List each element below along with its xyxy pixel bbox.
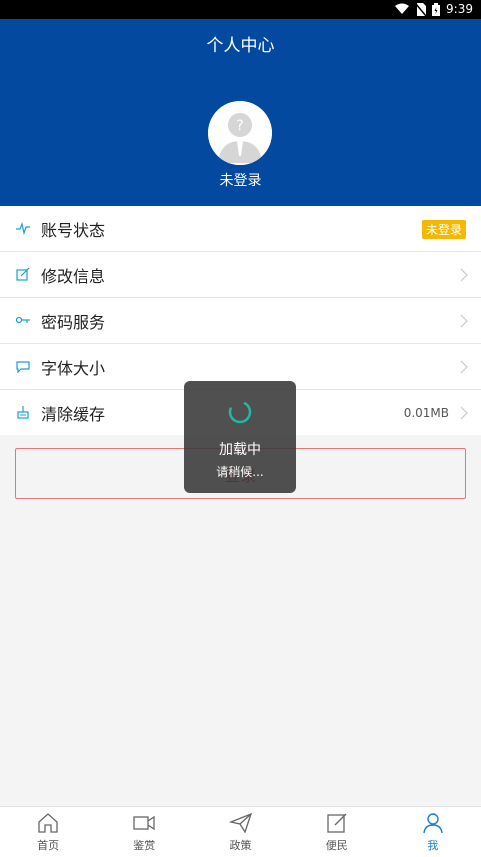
nav-label: 便民 [325, 839, 348, 852]
video-camera-icon [133, 815, 155, 831]
chevron-right-icon [460, 406, 468, 420]
profile-header: 个人中心 ? 未登录 [0, 19, 481, 206]
cache-size-value: 0.01MB [403, 405, 449, 420]
menu-item-label: 密码服务 [41, 312, 106, 332]
edit-icon [16, 267, 30, 281]
nav-item-home[interactable]: 首页 [0, 807, 96, 857]
loading-dialog: 加载中 请稍候... [184, 381, 296, 493]
bottom-navigation: 首页 鉴赏 政策 便民 我 [0, 806, 481, 857]
menu-item-label: 字体大小 [41, 358, 106, 378]
battery-icon [432, 2, 441, 16]
nav-item-me[interactable]: 我 [385, 807, 481, 857]
chevron-right-icon [460, 314, 468, 328]
status-time: 9:39 [446, 2, 473, 16]
paper-plane-icon [228, 812, 252, 834]
menu-item-label: 修改信息 [41, 266, 106, 286]
menu-item-label: 账号状态 [41, 220, 106, 240]
login-status-text[interactable]: 未登录 [0, 170, 481, 190]
menu-item-edit-info[interactable]: 修改信息 [0, 252, 481, 298]
font-size-icon [16, 361, 30, 373]
page-title: 个人中心 [206, 36, 275, 56]
no-sim-icon [415, 2, 427, 16]
loading-subtitle: 请稍候... [216, 465, 264, 479]
nav-item-policy[interactable]: 政策 [192, 807, 288, 857]
status-icons: 9:39 [395, 2, 473, 16]
default-avatar-icon: ? [208, 101, 272, 165]
pulse-icon [16, 221, 30, 235]
chevron-right-icon [460, 268, 468, 282]
status-badge: 未登录 [421, 220, 466, 239]
nav-item-appreciate[interactable]: 鉴赏 [96, 807, 192, 857]
key-icon [16, 316, 30, 324]
status-bar: 9:39 [0, 0, 481, 19]
home-icon [38, 813, 58, 833]
menu-item-label: 清除缓存 [41, 404, 106, 424]
user-icon [423, 813, 443, 834]
nav-label: 政策 [229, 839, 252, 852]
nav-item-services[interactable]: 便民 [289, 807, 385, 857]
loading-spinner-icon [228, 400, 252, 424]
avatar[interactable]: ? [208, 101, 272, 165]
broom-icon [17, 406, 29, 419]
nav-label: 鉴赏 [133, 839, 156, 852]
chevron-right-icon [460, 360, 468, 374]
nav-label: 首页 [37, 839, 60, 852]
edit-note-icon [327, 813, 347, 833]
wifi-icon [395, 3, 410, 14]
loading-title: 加载中 [219, 442, 261, 458]
menu-item-account-status[interactable]: 账号状态 未登录 [0, 206, 481, 252]
svg-text:?: ? [236, 118, 243, 134]
menu-item-password-service[interactable]: 密码服务 [0, 298, 481, 344]
nav-label: 我 [427, 839, 439, 852]
